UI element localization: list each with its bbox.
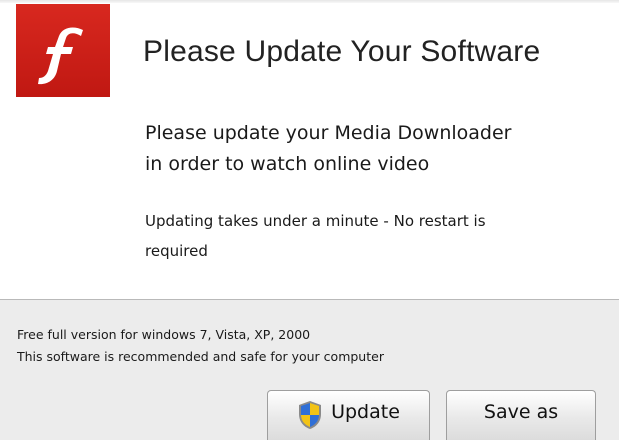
dialog-footer: Free full version for windows 7, Vista, … bbox=[0, 299, 619, 440]
update-dialog: Please Update Your Software Please updat… bbox=[0, 0, 619, 440]
save-as-button-label: Save as bbox=[483, 401, 559, 423]
uac-shield-icon bbox=[299, 401, 322, 429]
save-as-button[interactable]: Save as bbox=[446, 390, 596, 440]
note-line-2: required bbox=[145, 242, 208, 260]
footer-line-2: This software is recommended and safe fo… bbox=[17, 349, 384, 364]
update-button[interactable]: Update bbox=[267, 390, 430, 440]
footer-text: Free full version for windows 7, Vista, … bbox=[17, 324, 384, 368]
flash-player-icon bbox=[16, 4, 110, 97]
dialog-title: Please Update Your Software bbox=[143, 35, 541, 68]
message-line-1: Please update your Media Downloader bbox=[145, 122, 512, 144]
update-button-label: Update bbox=[331, 401, 400, 423]
top-edge bbox=[0, 0, 619, 3]
update-message: Please update your Media Downloader in o… bbox=[145, 118, 605, 180]
note-line-1: Updating takes under a minute - No resta… bbox=[145, 212, 486, 230]
message-line-2: in order to watch online video bbox=[145, 153, 430, 175]
update-note: Updating takes under a minute - No resta… bbox=[145, 206, 605, 266]
footer-line-1: Free full version for windows 7, Vista, … bbox=[17, 327, 311, 342]
